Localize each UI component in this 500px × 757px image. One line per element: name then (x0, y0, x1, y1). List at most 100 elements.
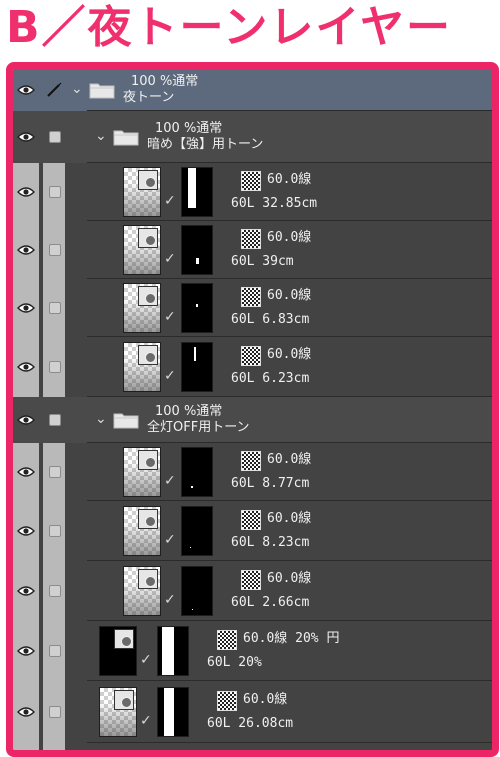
layer-name: 60L 6.23cm (231, 371, 310, 386)
chevron-down-icon[interactable]: ⌄ (95, 412, 107, 426)
pencil-icon (45, 81, 63, 99)
tone-layer-badge-icon (114, 690, 134, 710)
eye-icon[interactable] (17, 586, 35, 596)
lock-checkbox[interactable] (49, 525, 61, 537)
check-mark-icon: ✓ (164, 368, 176, 384)
layer-row[interactable]: ✓ 60.0線 60L 2.66cm (13, 561, 492, 621)
eye-icon[interactable] (17, 187, 35, 197)
layer-mask-thumbnail[interactable] (157, 626, 189, 676)
layer-name: 60L 6.83cm (231, 312, 310, 327)
folder-name: 全灯OFF用トーン (147, 420, 250, 435)
layer-tone-setting: 60.0線 (267, 172, 312, 187)
check-mark-icon: ✓ (164, 473, 176, 489)
layer-mask-thumbnail[interactable] (157, 687, 189, 737)
lock-checkbox[interactable] (49, 585, 61, 597)
mask-white-area (190, 547, 191, 548)
lock-checkbox[interactable] (49, 244, 61, 256)
halftone-pattern-icon (217, 630, 237, 650)
check-mark-icon: ✓ (164, 193, 176, 209)
layer-tone-setting: 60.0線 (267, 452, 312, 467)
lock-checkbox[interactable] (49, 706, 61, 718)
tone-layer-badge-icon (138, 345, 158, 365)
layer-row[interactable]: ✓ 60.0線 60L 26.08cm (13, 681, 492, 743)
folder-row[interactable]: ⌄ 100 %通常 全灯OFF用トーン (13, 397, 492, 443)
layer-thumbnail[interactable] (123, 342, 161, 392)
eye-icon[interactable] (17, 245, 35, 255)
lock-checkbox[interactable] (49, 131, 61, 143)
folder-row[interactable]: ⌄ 100 %通常 暗め【強】用トーン (13, 111, 492, 163)
mask-white-area (162, 627, 174, 675)
check-mark-icon: ✓ (164, 251, 176, 267)
folder-name: 暗め【強】用トーン (147, 137, 264, 152)
halftone-pattern-icon (241, 451, 261, 471)
eye-icon[interactable] (17, 303, 35, 313)
folder-icon (89, 81, 115, 99)
layer-name: 60L 8.23cm (231, 535, 310, 550)
eye-icon[interactable] (17, 707, 35, 717)
layer-tone-setting: 60.0線 (267, 230, 312, 245)
layer-row[interactable]: ✓ 60.0線 60L 6.83cm (13, 279, 492, 337)
layer-row[interactable]: ✓ 60.0線 60L 8.77cm (13, 443, 492, 501)
layer-thumbnail[interactable] (123, 225, 161, 275)
check-mark-icon: ✓ (164, 532, 176, 548)
row-divider (87, 742, 492, 743)
mask-white-area (188, 168, 196, 208)
lock-checkbox[interactable] (49, 302, 61, 314)
layer-thumbnail[interactable] (99, 687, 137, 737)
layer-thumbnail[interactable] (123, 566, 161, 616)
eye-icon[interactable] (17, 85, 35, 95)
layer-mask-thumbnail[interactable] (181, 342, 213, 392)
eye-icon[interactable] (17, 526, 35, 536)
eye-icon[interactable] (17, 646, 35, 656)
layer-mask-thumbnail[interactable] (181, 566, 213, 616)
lock-checkbox[interactable] (49, 466, 61, 478)
folder-blend-mode: 100 %通常 (131, 74, 199, 89)
halftone-pattern-icon (241, 570, 261, 590)
halftone-pattern-icon (241, 510, 261, 530)
eye-icon[interactable] (17, 467, 35, 477)
lock-checkbox[interactable] (49, 186, 61, 198)
halftone-pattern-icon (241, 346, 261, 366)
chevron-down-icon[interactable]: ⌄ (71, 82, 83, 96)
layer-tone-setting: 60.0線 (243, 692, 288, 707)
layer-mask-thumbnail[interactable] (181, 167, 213, 217)
lock-checkbox[interactable] (49, 414, 61, 426)
layer-tone-setting: 60.0線 20% 円 (243, 631, 340, 646)
eye-icon[interactable] (17, 415, 35, 425)
check-mark-icon: ✓ (140, 652, 152, 668)
layer-thumbnail[interactable] (99, 626, 137, 676)
layer-row[interactable]: ✓ 60.0線 20% 円 60L 20% (13, 621, 492, 681)
layer-name: 60L 2.66cm (231, 595, 310, 610)
lock-checkbox[interactable] (49, 645, 61, 657)
eye-icon[interactable] (17, 362, 35, 372)
layer-name: 60L 20% (207, 655, 262, 670)
layer-thumbnail[interactable] (123, 447, 161, 497)
layer-row[interactable]: ✓ 60.0線 60L 6.23cm (13, 337, 492, 397)
tone-layer-badge-icon (138, 170, 158, 190)
layer-mask-thumbnail[interactable] (181, 506, 213, 556)
layer-row[interactable]: ✓ 60.0線 60L 32.85cm (13, 163, 492, 221)
layer-name: 60L 39cm (231, 254, 294, 269)
chevron-down-icon[interactable]: ⌄ (95, 129, 107, 143)
layer-mask-thumbnail[interactable] (181, 283, 213, 333)
layer-thumbnail[interactable] (123, 506, 161, 556)
halftone-pattern-icon (241, 287, 261, 307)
layer-name: 60L 32.85cm (231, 196, 318, 211)
folder-blend-mode: 100 %通常 (155, 121, 223, 136)
layer-thumbnail[interactable] (123, 167, 161, 217)
layer-tone-setting: 60.0線 (267, 347, 312, 362)
layer-mask-thumbnail[interactable] (181, 447, 213, 497)
check-mark-icon: ✓ (164, 592, 176, 608)
layer-row[interactable]: ✓ 60.0線 60L 8.23cm (13, 501, 492, 561)
mask-white-area (194, 347, 196, 361)
eye-icon[interactable] (17, 132, 35, 142)
layer-mask-thumbnail[interactable] (181, 225, 213, 275)
layer-tone-setting: 60.0線 (267, 571, 312, 586)
lock-checkbox[interactable] (49, 361, 61, 373)
halftone-pattern-icon (241, 171, 261, 191)
folder-row[interactable]: ⌄ 100 %通常 夜トーン (13, 69, 492, 111)
tone-layer-badge-icon (138, 286, 158, 306)
layer-tone-setting: 60.0線 (267, 511, 312, 526)
layer-row[interactable]: ✓ 60.0線 60L 39cm (13, 221, 492, 279)
layer-thumbnail[interactable] (123, 283, 161, 333)
